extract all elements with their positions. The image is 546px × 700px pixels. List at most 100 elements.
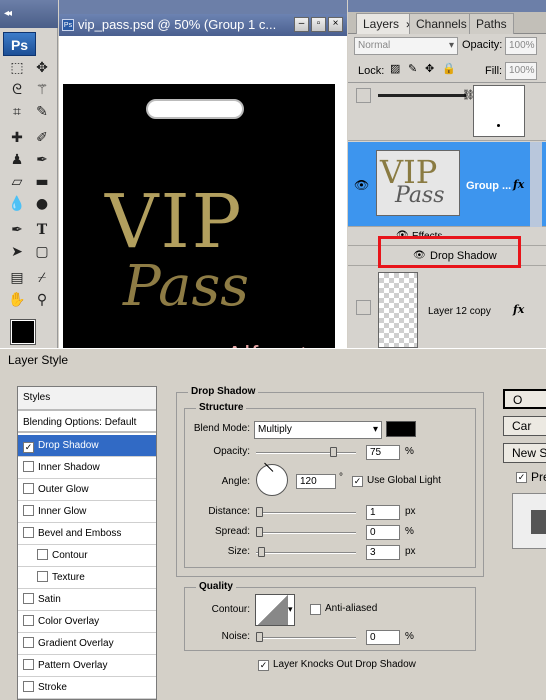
lasso-tool-icon[interactable]: ᘓ bbox=[6, 80, 28, 100]
size-slider-thumb[interactable] bbox=[258, 547, 265, 557]
eyedropper2-tool-icon[interactable]: ⌿ bbox=[31, 268, 53, 288]
angle-dial[interactable] bbox=[256, 462, 288, 496]
minimize-button[interactable]: – bbox=[294, 17, 309, 32]
blend-mode-select[interactable]: Multiply ▾ bbox=[254, 421, 382, 439]
magic-wand-tool-icon[interactable]: ⚚ bbox=[31, 80, 53, 100]
style-item-drop-shadow[interactable]: ✓ Drop Shadow bbox=[18, 435, 156, 457]
crop-tool-icon[interactable]: ⌗ bbox=[6, 102, 28, 122]
spread-slider-thumb[interactable] bbox=[256, 527, 263, 537]
tab-channels[interactable]: Channels bbox=[409, 13, 474, 34]
style-item-gradient-overlay[interactable]: Gradient Overlay bbox=[18, 633, 156, 655]
distance-slider-thumb[interactable] bbox=[256, 507, 263, 517]
checkbox[interactable] bbox=[23, 593, 34, 604]
tab-paths[interactable]: Paths bbox=[469, 13, 514, 34]
eyedropper-tool-icon[interactable]: ✎ bbox=[31, 102, 53, 122]
checkbox[interactable] bbox=[23, 615, 34, 626]
contour-picker[interactable]: ▾ bbox=[255, 594, 295, 626]
checkbox[interactable] bbox=[23, 505, 34, 516]
eye-icon[interactable]: 👁 bbox=[354, 178, 369, 192]
blur-tool-icon[interactable]: 💧 bbox=[6, 194, 28, 214]
lock-pixels-icon[interactable]: ✎ bbox=[408, 62, 417, 75]
checkbox[interactable] bbox=[37, 571, 48, 582]
ok-button[interactable]: O bbox=[503, 389, 546, 409]
opacity-slider-thumb[interactable] bbox=[330, 447, 337, 457]
anti-aliased-checkbox[interactable] bbox=[310, 604, 321, 615]
noise-slider[interactable] bbox=[256, 637, 356, 639]
pen-tool-icon[interactable]: ✒ bbox=[6, 220, 28, 240]
checkbox[interactable] bbox=[23, 527, 34, 538]
opacity-slider[interactable] bbox=[256, 452, 356, 454]
brush-tool-icon[interactable]: ✐ bbox=[31, 128, 53, 148]
foreground-color-swatch[interactable] bbox=[10, 319, 36, 345]
checkbox[interactable] bbox=[23, 681, 34, 692]
gradient-tool-icon[interactable]: ▬ bbox=[31, 172, 53, 192]
opacity-input[interactable]: 75 bbox=[366, 445, 400, 460]
style-item-inner-glow[interactable]: Inner Glow bbox=[18, 501, 156, 523]
layer-row-group[interactable]: 👁 VIP Pass Group ... fx bbox=[348, 142, 546, 227]
marquee-tool-icon[interactable]: ⬚ bbox=[6, 58, 28, 78]
style-item-outer-glow[interactable]: Outer Glow bbox=[18, 479, 156, 501]
new-style-button[interactable]: New S bbox=[503, 443, 546, 463]
maximize-button[interactable]: ▫ bbox=[311, 17, 326, 32]
clone-stamp-tool-icon[interactable]: ♟ bbox=[6, 150, 28, 170]
move-tool-icon[interactable]: ✥ bbox=[31, 58, 53, 78]
spread-input[interactable]: 0 bbox=[366, 525, 400, 540]
checkbox[interactable] bbox=[23, 637, 34, 648]
percent-unit: % bbox=[405, 631, 414, 642]
size-input[interactable]: 3 bbox=[366, 545, 400, 560]
zoom-tool-icon[interactable]: ⚲ bbox=[31, 290, 53, 310]
lock-transparency-icon[interactable]: ▨ bbox=[390, 62, 400, 75]
style-item-color-overlay[interactable]: Color Overlay bbox=[18, 611, 156, 633]
canvas[interactable]: VIP Pass bbox=[63, 84, 335, 348]
type-tool-icon[interactable]: T bbox=[31, 220, 53, 240]
shadow-color-swatch[interactable] bbox=[386, 421, 416, 437]
global-light-checkbox[interactable]: ✓ bbox=[352, 476, 363, 487]
tools-panel-header: ◂◂ bbox=[0, 0, 58, 28]
preview-checkbox[interactable]: ✓ bbox=[516, 472, 527, 483]
dodge-tool-icon[interactable]: ● bbox=[31, 194, 53, 214]
angle-input[interactable]: 120 bbox=[296, 474, 336, 489]
history-brush-tool-icon[interactable]: ✒ bbox=[31, 150, 53, 170]
eraser-tool-icon[interactable]: ▱ bbox=[6, 172, 28, 192]
styles-header[interactable]: Styles bbox=[18, 387, 156, 411]
noise-slider-thumb[interactable] bbox=[256, 632, 263, 642]
visibility-toggle[interactable] bbox=[356, 300, 371, 315]
hand-tool-icon[interactable]: ✋ bbox=[6, 290, 28, 310]
distance-input[interactable]: 1 bbox=[366, 505, 400, 520]
knockout-checkbox[interactable]: ✓ bbox=[258, 660, 269, 671]
style-item-bevel-emboss[interactable]: Bevel and Emboss bbox=[18, 523, 156, 545]
style-item-contour[interactable]: Contour bbox=[18, 545, 156, 567]
visibility-toggle[interactable] bbox=[356, 88, 371, 103]
layer-opacity-field[interactable]: 100% bbox=[505, 37, 537, 55]
style-item-satin[interactable]: Satin bbox=[18, 589, 156, 611]
style-item-pattern-overlay[interactable]: Pattern Overlay bbox=[18, 655, 156, 677]
checkbox[interactable]: ✓ bbox=[23, 442, 34, 453]
style-item-stroke[interactable]: Stroke bbox=[18, 677, 156, 699]
layer-row[interactable]: ⛓ bbox=[348, 83, 546, 141]
blending-options-item[interactable]: Blending Options: Default bbox=[18, 413, 156, 433]
spread-slider[interactable] bbox=[256, 532, 356, 534]
checkbox[interactable] bbox=[23, 483, 34, 494]
style-item-inner-shadow[interactable]: Inner Shadow bbox=[18, 457, 156, 479]
layers-scrollbar[interactable] bbox=[530, 142, 542, 227]
checkbox[interactable] bbox=[23, 659, 34, 670]
size-slider[interactable] bbox=[256, 552, 356, 554]
distance-slider[interactable] bbox=[256, 512, 356, 514]
layer-fill-field[interactable]: 100% bbox=[505, 62, 537, 80]
style-item-texture[interactable]: Texture bbox=[18, 567, 156, 589]
lock-position-icon[interactable]: ✥ bbox=[425, 62, 434, 75]
noise-input[interactable]: 0 bbox=[366, 630, 400, 645]
photoshop-logo[interactable]: Ps bbox=[3, 32, 36, 56]
checkbox[interactable] bbox=[37, 549, 48, 560]
close-button[interactable]: × bbox=[328, 17, 343, 32]
collapse-icon[interactable]: ◂◂ bbox=[4, 8, 12, 19]
healing-brush-tool-icon[interactable]: ✚ bbox=[6, 128, 28, 148]
notes-tool-icon[interactable]: ▤ bbox=[6, 268, 28, 288]
layer-blend-mode-select[interactable]: Normal ▾ bbox=[354, 37, 458, 55]
layer-row-layer12[interactable]: Layer 12 copy fx bbox=[348, 268, 546, 348]
path-selection-tool-icon[interactable]: ➤ bbox=[6, 242, 28, 262]
cancel-button[interactable]: Car bbox=[503, 416, 546, 436]
shape-tool-icon[interactable]: ▢ bbox=[31, 242, 53, 262]
checkbox[interactable] bbox=[23, 461, 34, 472]
lock-all-icon[interactable]: 🔒 bbox=[442, 62, 456, 75]
